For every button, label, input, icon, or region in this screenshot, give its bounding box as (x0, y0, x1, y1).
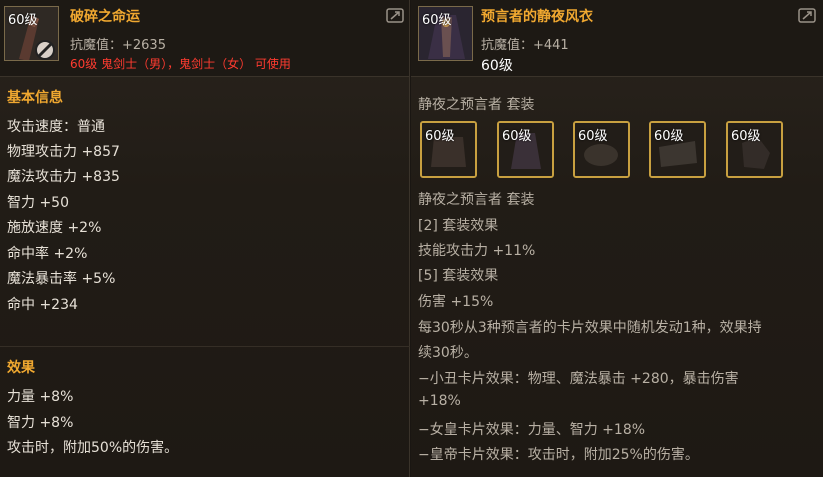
stat-line: 魔法暴击率 +5% (7, 271, 116, 287)
right-item-tooltip: 60级 预言者的静夜风衣 抗魔值：+441 60级 静夜之预言者 套装 60级 … (411, 0, 823, 477)
stat-line: 命中率 +2% (7, 246, 88, 262)
compare-icon[interactable] (386, 8, 404, 23)
section-divider (0, 346, 410, 347)
set-effect-line: [5] 套装效果 (418, 268, 499, 284)
set-name-2: 静夜之预言者 套装 (418, 192, 535, 208)
set-slot-3[interactable]: 60级 (573, 121, 630, 178)
item-name: 破碎之命运 (70, 9, 140, 25)
set-name: 静夜之预言者 套装 (418, 97, 535, 113)
item-name: 预言者的静夜风衣 (481, 9, 593, 25)
broken-fate-item-icon[interactable]: 60级 (4, 6, 59, 61)
set-slot-4[interactable]: 60级 (649, 121, 706, 178)
set-slot-2[interactable]: 60级 (497, 121, 554, 178)
item-level-tag: 60级 (8, 13, 38, 28)
slot-level-tag: 60级 (578, 129, 608, 144)
compare-icon[interactable] (798, 8, 816, 23)
effect-line: 智力 +8% (7, 415, 74, 431)
slot-level-tag: 60级 (731, 129, 761, 144)
set-slot-1[interactable]: 60级 (420, 121, 477, 178)
item-level-tag: 60级 (422, 13, 452, 28)
set-effect-line: 每30秒从3种预言者的卡片效果中随机发动1种，效果持 (418, 320, 762, 336)
set-effect-line: −小丑卡片效果：物理、魔法暴击 +280，暴击伤害 (418, 371, 739, 387)
anti-magic-value: 抗魔值：+2635 (70, 38, 166, 53)
basic-info-title: 基本信息 (7, 90, 63, 106)
set-slot-5[interactable]: 60级 (726, 121, 783, 178)
slot-level-tag: 60级 (502, 129, 532, 144)
stat-line: 魔法攻击力 +835 (7, 169, 120, 185)
night-coat-item-icon[interactable]: 60级 (418, 6, 473, 61)
stat-line: 智力 +50 (7, 195, 69, 211)
left-header: 60级 破碎之命运 抗魔值：+2635 60级 鬼剑士（男），鬼剑士（女） 可使… (0, 0, 409, 77)
set-effect-line: −皇帝卡片效果：攻击时，附加25%的伤害。 (418, 447, 699, 463)
effect-title: 效果 (7, 360, 35, 376)
stat-line: 物理攻击力 +857 (7, 144, 120, 160)
set-effect-line: −女皇卡片效果：力量、智力 +18% (418, 422, 646, 438)
anti-magic-value: 抗魔值：+441 (481, 38, 569, 53)
slot-level-tag: 60级 (654, 129, 684, 144)
effect-line: 力量 +8% (7, 389, 74, 405)
set-effect-line: 技能攻击力 +11% (418, 243, 536, 259)
set-effect-line: [2] 套装效果 (418, 218, 499, 234)
set-effect-line: +18% (418, 393, 461, 409)
left-item-tooltip: 60级 破碎之命运 抗魔值：+2635 60级 鬼剑士（男），鬼剑士（女） 可使… (0, 0, 410, 477)
right-header: 60级 预言者的静夜风衣 抗魔值：+441 60级 (411, 0, 823, 77)
slot-level-tag: 60级 (425, 129, 455, 144)
stat-line: 攻击速度：普通 (7, 119, 105, 135)
set-effect-line: 伤害 +15% (418, 294, 494, 310)
stat-line: 施放速度 +2% (7, 220, 102, 236)
stat-line: 命中 +234 (7, 297, 78, 313)
class-requirement: 60级 鬼剑士（男），鬼剑士（女） 可使用 (70, 57, 291, 71)
item-level: 60级 (481, 58, 513, 74)
set-effect-line: 续30秒。 (418, 345, 478, 361)
effect-line: 攻击时，附加50%的伤害。 (7, 440, 179, 456)
